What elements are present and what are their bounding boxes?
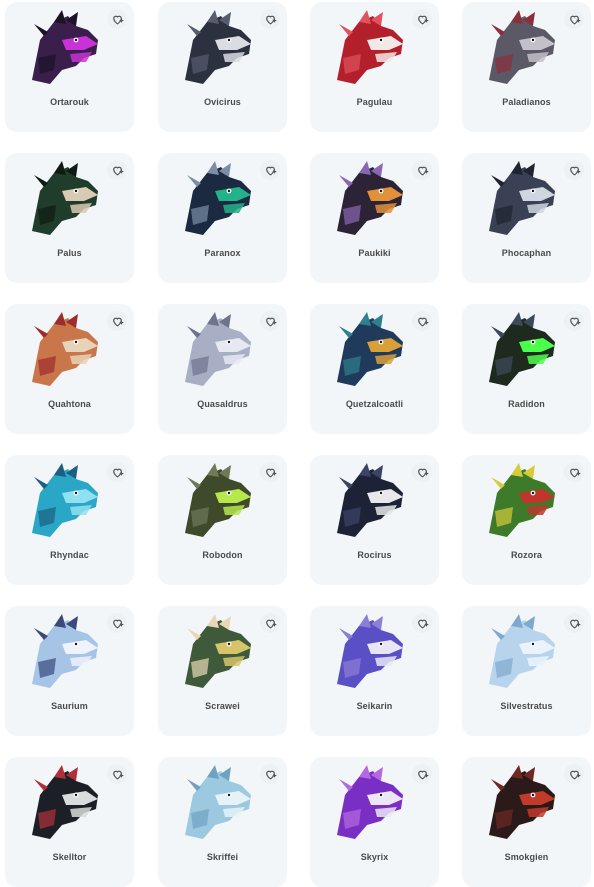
dragon-card[interactable]: Ortarouk [5,2,134,132]
dragon-thumbnail [179,312,257,390]
dragon-thumbnail [26,10,104,88]
dragon-name: Ovicirus [204,97,241,107]
dragon-name: Skriffei [206,852,239,862]
dragon-name: Paukiki [358,248,391,258]
favorite-add-icon[interactable] [260,9,280,29]
dragon-thumbnail [331,312,409,390]
dragon-name: Ortarouk [50,97,89,107]
dragon-thumbnail [179,161,257,239]
dragon-name: Rhyndac [50,550,89,560]
dragon-name: Saurium [51,701,88,711]
favorite-add-icon[interactable] [107,160,127,180]
dragon-name: Quasaldrus [197,399,248,409]
dragon-thumbnail [483,312,561,390]
dragon-thumbnail [483,614,561,692]
dragon-thumbnail [483,10,561,88]
dragon-thumbnail [331,463,409,541]
dragon-thumbnail [26,161,104,239]
dragon-name: Rozora [510,550,543,560]
favorite-add-icon[interactable] [107,462,127,482]
dragon-name: Quetzalcoatli [345,399,404,409]
dragon-name: Smokgien [504,852,549,862]
dragon-thumbnail [179,614,257,692]
dragon-thumbnail [26,765,104,843]
dragon-card[interactable]: Quahtona [5,304,134,434]
dragon-name: Pagulau [356,97,393,107]
favorite-add-icon[interactable] [412,764,432,784]
dragon-name: Phocaphan [501,248,552,258]
dragon-card[interactable]: Quetzalcoatli [310,304,439,434]
dragon-thumbnail [26,614,104,692]
dragon-name: Rocirus [357,550,392,560]
dragon-name: Silvestratus [500,701,553,711]
favorite-add-icon[interactable] [564,311,584,331]
favorite-add-icon[interactable] [260,160,280,180]
dragon-name: Seikarin [356,701,393,711]
dragon-thumbnail [179,10,257,88]
favorite-add-icon[interactable] [564,613,584,633]
dragon-card[interactable]: Robodon [158,455,287,585]
favorite-add-icon[interactable] [107,9,127,29]
favorite-add-icon[interactable] [564,9,584,29]
dragon-name: Paladianos [502,97,551,107]
dragon-name: Scrawei [205,701,240,711]
dragon-name: Paranox [204,248,241,258]
favorite-add-icon[interactable] [564,160,584,180]
dragon-card[interactable]: Paukiki [310,153,439,283]
dragon-card[interactable]: Rozora [462,455,591,585]
dragon-thumbnail [331,161,409,239]
favorite-add-icon[interactable] [412,462,432,482]
dragon-card[interactable]: Radidon [462,304,591,434]
dragon-card[interactable]: Rocirus [310,455,439,585]
dragon-thumbnail [26,463,104,541]
dragon-card[interactable]: Paranox [158,153,287,283]
dragon-card[interactable]: Smokgien [462,757,591,887]
favorite-add-icon[interactable] [412,160,432,180]
dragon-card[interactable]: Quasaldrus [158,304,287,434]
favorite-add-icon[interactable] [260,462,280,482]
dragon-thumbnail [483,765,561,843]
favorite-add-icon[interactable] [260,311,280,331]
favorite-add-icon[interactable] [412,9,432,29]
dragon-thumbnail [179,765,257,843]
dragon-name: Radidon [508,399,545,409]
favorite-add-icon[interactable] [260,613,280,633]
dragon-card[interactable]: Saurium [5,606,134,736]
dragon-card[interactable]: Ovicirus [158,2,287,132]
favorite-add-icon[interactable] [107,311,127,331]
dragon-thumbnail [483,161,561,239]
dragon-card[interactable]: Skriffei [158,757,287,887]
dragon-name: Skelltor [52,852,87,862]
dragon-name: Quahtona [48,399,91,409]
dragon-name: Palus [57,248,82,258]
dragon-thumbnail [331,614,409,692]
dragon-card[interactable]: Silvestratus [462,606,591,736]
dragon-card[interactable]: Skyrix [310,757,439,887]
dragon-thumbnail [179,463,257,541]
dragon-thumbnail [331,10,409,88]
dragon-card[interactable]: Pagulau [310,2,439,132]
dragon-card[interactable]: Paladianos [462,2,591,132]
favorite-add-icon[interactable] [260,764,280,784]
dragon-name: Robodon [202,550,243,560]
dragon-thumbnail [26,312,104,390]
dragon-card[interactable]: Scrawei [158,606,287,736]
dragon-card[interactable]: Palus [5,153,134,283]
favorite-add-icon[interactable] [107,613,127,633]
dragon-name: Skyrix [360,852,389,862]
dragon-card[interactable]: Phocaphan [462,153,591,283]
favorite-add-icon[interactable] [412,613,432,633]
dragon-card[interactable]: Seikarin [310,606,439,736]
dragon-thumbnail [331,765,409,843]
dragon-thumbnail [483,463,561,541]
favorite-add-icon[interactable] [564,764,584,784]
favorite-add-icon[interactable] [412,311,432,331]
dragon-grid: Ortarouk Ovicirus Pagulau Paladianos Palus Pa… [0,0,594,887]
dragon-card[interactable]: Skelltor [5,757,134,887]
favorite-add-icon[interactable] [564,462,584,482]
dragon-card[interactable]: Rhyndac [5,455,134,585]
favorite-add-icon[interactable] [107,764,127,784]
